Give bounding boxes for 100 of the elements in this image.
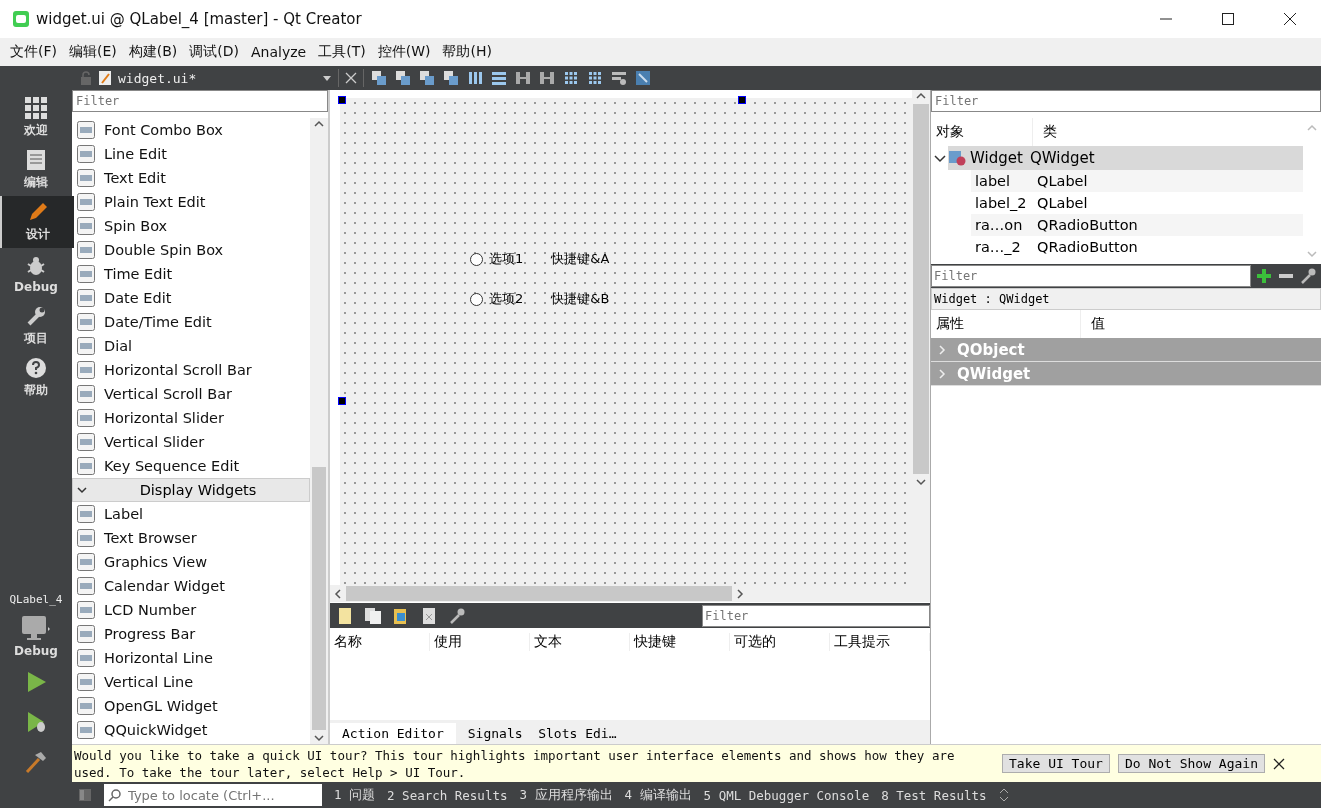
widget-list-item[interactable]: Horizontal Slider [72,406,310,430]
kit-selector[interactable]: Debug [0,610,72,662]
menu-item[interactable]: Analyze [245,44,313,60]
widget-list-item[interactable]: QQuickWidget [72,718,310,742]
radio-button[interactable]: 选项2 [470,290,524,308]
menu-item[interactable]: 工具(T) [312,43,372,61]
widget-list-item[interactable]: OpenGL Widget [72,694,310,718]
delete-icon[interactable] [420,606,438,625]
menu-item[interactable]: 帮助(H) [436,43,498,61]
tab[interactable]: Signals Slots Edi… [455,723,629,744]
widget-list-item[interactable]: Font Combo Box [72,118,310,142]
dropdown-caret-icon[interactable] [322,74,332,82]
chevron-icon[interactable] [934,152,946,164]
tree-row[interactable]: Widget QWidget [948,146,1303,170]
output-pane-button[interactable]: 1 问题 [334,786,376,804]
widget-list-item[interactable]: Double Spin Box [72,238,310,262]
widget-list-item[interactable]: Spin Box [72,214,310,238]
hammer-icon[interactable] [24,750,48,774]
up-down-arrow-icon[interactable] [998,788,1009,802]
scroll-left-icon[interactable] [334,588,342,599]
scroll-down-icon[interactable] [916,478,926,486]
mode-button[interactable]: Debug [0,248,72,300]
column-header[interactable]: 工具提示 [830,633,930,651]
widget-list-item[interactable]: Line Edit [72,142,310,166]
grid-icon[interactable] [563,70,579,86]
columns-icon[interactable] [467,70,483,86]
category-header[interactable]: Display Widgets [72,478,310,502]
widget-list-item[interactable]: Vertical Scroll Bar [72,382,310,406]
column-header[interactable]: 名称 [330,633,430,651]
widget-list-item[interactable]: Dial [72,334,310,358]
mode-button[interactable]: 欢迎 [0,92,72,144]
widget-list-item[interactable]: Horizontal Line [72,646,310,670]
rows-icon[interactable] [491,70,507,86]
widget-list-item[interactable]: Date Edit [72,286,310,310]
scrollbar[interactable] [912,90,930,585]
locate-field[interactable]: Type to locate (Ctrl+... [104,784,322,806]
scroll-right-icon[interactable] [736,588,744,599]
tree-row[interactable]: label_2 QLabel [971,192,1303,214]
mode-button[interactable]: 帮助 [0,352,72,404]
widget-list-item[interactable]: LCD Number [72,598,310,622]
wrench-icon[interactable] [448,606,466,625]
output-pane-button[interactable]: 5 QML Debugger Console [703,787,870,803]
output-pane-button[interactable]: 2 Search Results [387,787,508,803]
menu-item[interactable]: 调试(D) [183,43,245,61]
widget-list-item[interactable]: Label [72,502,310,526]
layout-icon[interactable] [419,70,435,86]
scrollbar[interactable] [330,585,930,602]
widget-list-item[interactable]: Plain Text Edit [72,190,310,214]
mode-button[interactable]: 设计 [0,196,74,248]
column-header[interactable]: 使用 [430,633,530,651]
column-header[interactable]: 快捷键 [630,633,730,651]
menu-item[interactable]: 文件(F) [4,43,63,61]
widget-list-item[interactable]: Time Edit [72,262,310,286]
filter-field[interactable]: Filter [931,265,1251,287]
widget-list-item[interactable]: Vertical Line [72,670,310,694]
form-canvas[interactable]: 选项1 快捷键&A 选项2 快捷键&B [340,98,912,585]
filter-field[interactable]: Filter [702,604,930,627]
wrench-icon[interactable] [1299,267,1317,285]
copy-icon[interactable] [364,606,382,625]
menu-item[interactable]: 控件(W) [371,43,437,61]
selection-handle[interactable] [338,96,346,104]
output-pane-button[interactable]: 3 应用程序输出 [519,786,613,804]
split-icon[interactable] [539,70,555,86]
resize-icon[interactable] [635,70,651,86]
widget-list-item[interactable]: Calendar Widget [72,574,310,598]
tree-row[interactable]: label QLabel [971,170,1303,192]
widget-list-item[interactable]: Vertical Slider [72,430,310,454]
widget-list-item[interactable]: Text Edit [72,166,310,190]
output-pane-button[interactable]: 4 编译输出 [624,786,692,804]
filter-field[interactable]: Filter [931,90,1321,112]
selection-handle[interactable] [738,96,746,104]
column-header[interactable]: 值 [1081,315,1105,333]
tab[interactable]: Action Editor [330,723,456,744]
mode-button[interactable]: 项目 [0,300,72,352]
menu-item[interactable]: 编辑(E) [63,43,123,61]
scroll-up-icon[interactable] [916,92,926,100]
column-header[interactable]: 可选的 [730,633,830,651]
form-icon[interactable] [611,70,627,86]
widget-list-item[interactable]: Horizontal Scroll Bar [72,358,310,382]
split-icon[interactable] [515,70,531,86]
maximize-icon[interactable] [1221,12,1235,26]
scroll-up-icon[interactable] [314,120,324,128]
widget-list-item[interactable]: Text Browser [72,526,310,550]
menu-item[interactable]: 构建(B) [122,43,184,61]
tour-button[interactable]: Do Not Show Again [1117,754,1265,773]
layout-icon[interactable] [395,70,411,86]
tree-row[interactable]: ra…_2 QRadioButton [971,236,1303,258]
grid-icon[interactable] [587,70,603,86]
widget-list-item[interactable]: Progress Bar [72,622,310,646]
widget-list-item[interactable]: Date/Time Edit [72,310,310,334]
scrollbar[interactable] [310,118,328,744]
mode-button[interactable]: 编辑 [0,144,72,196]
close-icon[interactable] [1283,12,1297,26]
add-icon[interactable] [1255,267,1273,285]
sidebar-toggle-icon[interactable] [78,788,92,802]
layout-icon[interactable] [443,70,459,86]
filter-field[interactable]: Filter [72,90,328,112]
selection-handle[interactable] [338,397,346,405]
radio-button[interactable]: 选项1 [470,250,524,268]
widget-list-item[interactable]: Key Sequence Edit [72,454,310,478]
